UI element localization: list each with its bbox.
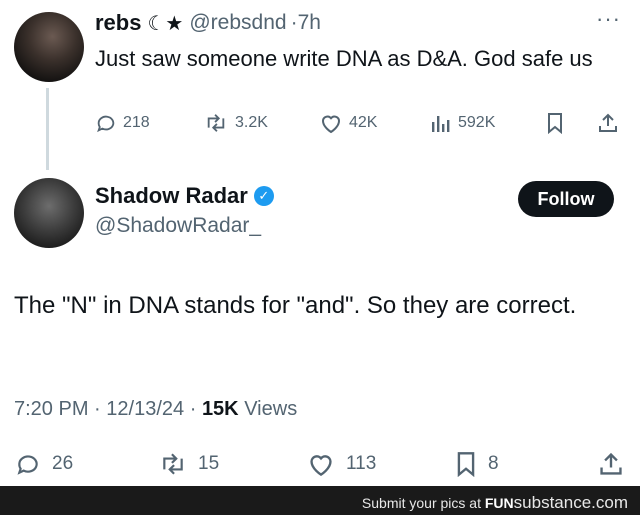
- more-options-button[interactable]: ···: [596, 6, 621, 32]
- bookmark-count: 8: [488, 453, 499, 474]
- tweet1-name-emoji: ☾★: [147, 12, 184, 35]
- tweet1-header: rebs ☾★ @rebsdnd · 7h: [95, 10, 321, 36]
- tweet2-text: The "N" in DNA stands for "and". So they…: [14, 292, 577, 319]
- bookmark-button[interactable]: [545, 112, 565, 134]
- tweet1-author-name[interactable]: rebs: [95, 10, 141, 36]
- watermark-bar: Submit your pics at FUNsubstance.com: [0, 486, 640, 515]
- reply-count: 218: [123, 114, 150, 131]
- watermark-text[interactable]: Submit your pics at FUNsubstance.com: [362, 493, 628, 513]
- repost-button[interactable]: 3.2K: [203, 112, 268, 134]
- watermark-brand-rest: substance.com: [513, 493, 628, 512]
- tweet2-author-name[interactable]: Shadow Radar: [95, 183, 248, 209]
- like-button[interactable]: 42K: [319, 112, 377, 134]
- thread-line: [46, 88, 49, 170]
- reply-count-2: 26: [52, 453, 74, 474]
- tweet2-meta: 7:20 PM · 12/13/24 · 15K Views: [14, 398, 297, 421]
- meta-separator-1: ·: [94, 398, 101, 420]
- watermark-brand-fun: FUN: [484, 495, 514, 511]
- like-button-2[interactable]: 113: [306, 451, 376, 477]
- repost-icon: [203, 112, 229, 134]
- tweet1-time[interactable]: 7h: [298, 11, 321, 35]
- bookmark-icon: [454, 451, 478, 477]
- share-button-2[interactable]: [598, 451, 624, 477]
- reply-button-2[interactable]: 26: [14, 451, 73, 477]
- repost-count: 3.2K: [235, 114, 268, 131]
- tweet1-separator: ·: [290, 11, 298, 34]
- tweet2-views-label: Views: [244, 398, 298, 420]
- avatar-shadow-radar[interactable]: [14, 178, 84, 248]
- avatar-rebs[interactable]: [14, 12, 84, 82]
- like-count: 42K: [349, 114, 378, 131]
- reply-icon: [14, 451, 42, 477]
- reply-icon: [95, 112, 117, 134]
- reply-button[interactable]: 218: [95, 112, 150, 134]
- tweet2-time[interactable]: 7:20 PM: [14, 398, 88, 420]
- bookmark-button-2[interactable]: 8: [454, 451, 499, 477]
- tweet2-handle[interactable]: @ShadowRadar_: [95, 214, 261, 238]
- verified-badge-icon: ✓: [253, 186, 274, 206]
- analytics-icon: [430, 112, 452, 134]
- share-icon: [598, 451, 624, 477]
- views-button[interactable]: 592K: [430, 112, 495, 134]
- repost-icon: [158, 451, 188, 477]
- tweet2-views-count: 15K: [201, 398, 239, 420]
- share-icon: [597, 112, 619, 134]
- views-count: 592K: [458, 114, 496, 131]
- bookmark-icon: [545, 112, 565, 134]
- watermark-label: Submit your pics at: [361, 495, 481, 511]
- follow-button[interactable]: Follow: [518, 181, 614, 217]
- like-count-2: 113: [346, 453, 377, 474]
- tweet2-author[interactable]: Shadow Radar ✓: [95, 183, 274, 209]
- heart-icon: [319, 112, 343, 134]
- share-button[interactable]: [597, 112, 619, 134]
- tweet2-date[interactable]: 12/13/24: [106, 398, 184, 420]
- tweet1-handle[interactable]: @rebsdnd: [189, 11, 286, 35]
- heart-icon: [306, 451, 336, 477]
- meta-separator-2: ·: [189, 398, 197, 420]
- tweet1-text: Just saw someone write DNA as D&A. God s…: [95, 46, 593, 71]
- repost-button-2[interactable]: 15: [158, 451, 219, 477]
- repost-count-2: 15: [198, 453, 220, 474]
